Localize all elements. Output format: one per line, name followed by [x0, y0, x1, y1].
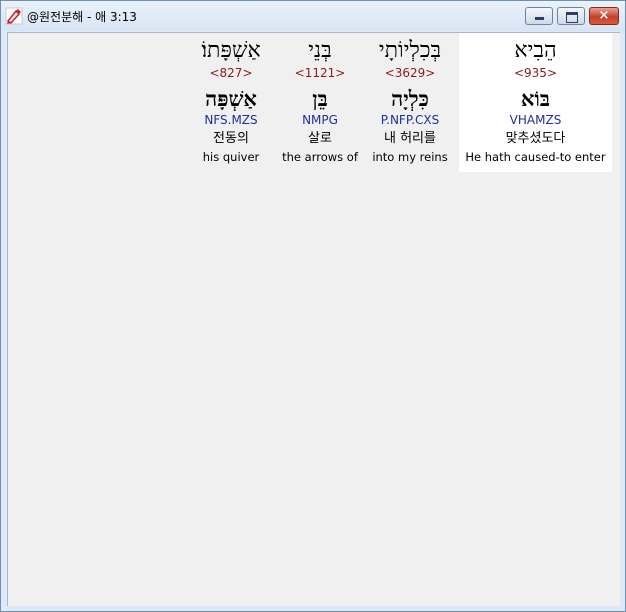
maximize-button[interactable]: [557, 7, 585, 25]
hebrew-word: אַשְׁפָּתוֹ׃: [201, 38, 261, 63]
interlinear-panel: הֵבִיא <935> בּוֹא VHAMZS 맞추셨도다 He hath …: [7, 32, 620, 606]
morphology-code: NMPG: [302, 113, 338, 127]
maximize-icon: [566, 12, 578, 23]
english-gloss: the arrows of: [282, 150, 358, 164]
english-gloss: He hath caused-to enter: [465, 150, 606, 164]
korean-gloss: 내 허리를: [384, 131, 436, 146]
hebrew-lemma: אַשְׁפָּה: [205, 86, 257, 111]
word-cell-4[interactable]: אַשְׁפָּתוֹ׃ <827> אַשְׁפָּה NFS.MZS 전동의…: [191, 33, 271, 172]
korean-gloss: 살로: [308, 131, 332, 146]
hebrew-lemma: בּוֹא: [521, 86, 550, 111]
app-window: @원전분해 - 애 3:13 × הֵבִיא <935> בּוֹא VHAM…: [0, 0, 626, 612]
title-bar[interactable]: @원전분해 - 애 3:13 ×: [1, 1, 625, 31]
minimize-icon: [535, 17, 544, 20]
english-gloss: his quiver: [202, 150, 260, 164]
strongs-number[interactable]: <3629>: [366, 66, 454, 80]
hebrew-lemma: בֵּן: [312, 86, 328, 111]
korean-gloss: 맞추셨도다: [505, 131, 566, 146]
strongs-number[interactable]: <827>: [191, 66, 271, 80]
hebrew-lemma: כִּלְיָה: [391, 86, 429, 111]
korean-gloss: 전동의: [213, 131, 249, 146]
english-gloss: into my reins: [372, 150, 448, 164]
strongs-number[interactable]: <1121>: [278, 66, 362, 80]
word-cell-3[interactable]: בְּנֵי <1121> בֵּן NMPG 살로 the arrows of: [278, 33, 362, 172]
close-button[interactable]: ×: [589, 7, 619, 25]
minimize-button[interactable]: [525, 7, 553, 25]
close-icon: ×: [598, 8, 610, 23]
morphology-code: P.NFP.CXS: [380, 113, 440, 127]
word-cell-1[interactable]: הֵבִיא <935> בּוֹא VHAMZS 맞추셨도다 He hath …: [459, 33, 612, 172]
morphology-code: NFS.MZS: [204, 113, 258, 127]
strongs-number[interactable]: <935>: [459, 66, 612, 80]
pen-icon[interactable]: [5, 7, 23, 25]
window-title: @원전분해 - 애 3:13: [27, 10, 137, 24]
hebrew-word: הֵבִיא: [514, 38, 557, 63]
hebrew-word: בְּכִלְיוֹתָי: [378, 38, 442, 63]
hebrew-word: בְּנֵי: [308, 38, 332, 63]
morphology-code: VHAMZS: [509, 113, 562, 127]
word-cell-2[interactable]: בְּכִלְיוֹתָי <3629> כִּלְיָה P.NFP.CXS …: [366, 33, 454, 172]
